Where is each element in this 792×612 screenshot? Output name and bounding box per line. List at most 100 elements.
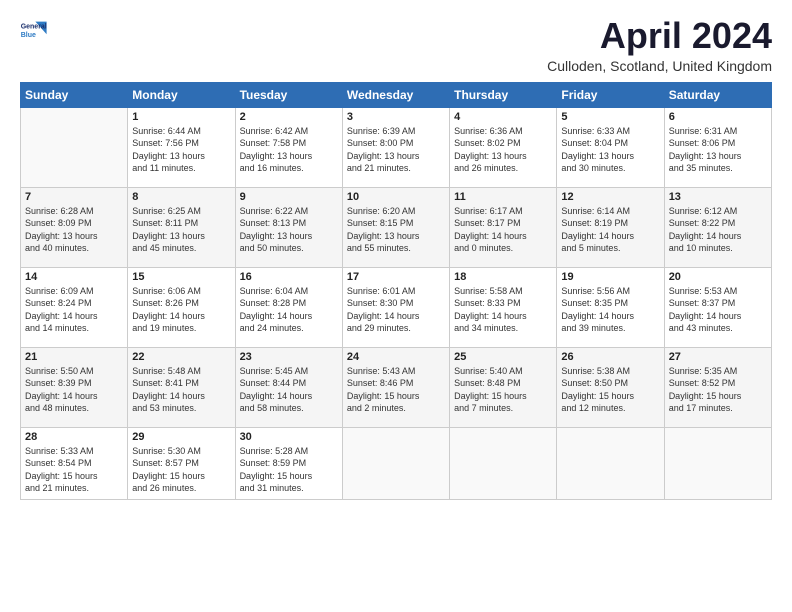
day-info: Sunrise: 5:33 AMSunset: 8:54 PMDaylight:…: [25, 445, 123, 495]
day-info: Sunrise: 6:36 AMSunset: 8:02 PMDaylight:…: [454, 125, 552, 175]
sunrise: Sunrise: 6:31 AM: [669, 125, 767, 138]
day-number: 24: [347, 351, 445, 363]
logo-icon: General Blue: [20, 16, 48, 44]
daylight-minutes: and 26 minutes.: [132, 482, 230, 495]
daylight-label: Daylight: 14 hours: [347, 310, 445, 323]
daylight-label: Daylight: 13 hours: [347, 150, 445, 163]
sunset: Sunset: 8:13 PM: [240, 217, 338, 230]
day-number: 12: [561, 191, 659, 203]
daylight-minutes: and 50 minutes.: [240, 242, 338, 255]
sunset: Sunset: 8:48 PM: [454, 377, 552, 390]
col-tuesday: Tuesday: [235, 82, 342, 107]
calendar-week-3: 14Sunrise: 6:09 AMSunset: 8:24 PMDayligh…: [21, 267, 772, 347]
sunset: Sunset: 8:02 PM: [454, 137, 552, 150]
sunset: Sunset: 8:46 PM: [347, 377, 445, 390]
sunset: Sunset: 7:58 PM: [240, 137, 338, 150]
daylight-label: Daylight: 14 hours: [25, 390, 123, 403]
col-wednesday: Wednesday: [342, 82, 449, 107]
day-info: Sunrise: 5:56 AMSunset: 8:35 PMDaylight:…: [561, 285, 659, 335]
daylight-label: Daylight: 15 hours: [454, 390, 552, 403]
day-number: 5: [561, 111, 659, 123]
calendar-cell: 9 Sunrise: 6:22 AMSunset: 8:13 PMDaylight…: [235, 187, 342, 267]
sunset: Sunset: 8:52 PM: [669, 377, 767, 390]
sunset: Sunset: 8:19 PM: [561, 217, 659, 230]
calendar-table: Sunday Monday Tuesday Wednesday Thursday…: [20, 82, 772, 500]
location: Culloden, Scotland, United Kingdom: [547, 58, 772, 74]
daylight-minutes: and 43 minutes.: [669, 322, 767, 335]
sunset: Sunset: 8:06 PM: [669, 137, 767, 150]
calendar-cell: 27Sunrise: 5:35 AMSunset: 8:52 PMDayligh…: [664, 347, 771, 427]
daylight-minutes: and 21 minutes.: [25, 482, 123, 495]
day-number: 3: [347, 111, 445, 123]
sunset: Sunset: 8:37 PM: [669, 297, 767, 310]
day-info: Sunrise: 6:25 AMSunset: 8:11 PMDaylight:…: [132, 205, 230, 255]
title-block: April 2024 Culloden, Scotland, United Ki…: [547, 16, 772, 74]
calendar-cell: 12 Sunrise: 6:14 AMSunset: 8:19 PMDayligh…: [557, 187, 664, 267]
sunset: Sunset: 8:41 PM: [132, 377, 230, 390]
calendar-cell: 5Sunrise: 6:33 AMSunset: 8:04 PMDaylight…: [557, 107, 664, 187]
day-info: Sunrise: 6:31 AMSunset: 8:06 PMDaylight:…: [669, 125, 767, 175]
daylight-minutes: and 11 minutes.: [132, 162, 230, 175]
day-info: Sunrise: 5:35 AMSunset: 8:52 PMDaylight:…: [669, 365, 767, 415]
day-number: 1: [132, 111, 230, 123]
sunrise: Sunrise: 6:04 AM: [240, 285, 338, 298]
sunset: Sunset: 8:11 PM: [132, 217, 230, 230]
daylight-label: Daylight: 13 hours: [454, 150, 552, 163]
calendar-cell: 22Sunrise: 5:48 AMSunset: 8:41 PMDayligh…: [128, 347, 235, 427]
day-info: Sunrise: 6:28 AMSunset: 8:09 PMDaylight:…: [25, 205, 123, 255]
day-number: 9: [240, 191, 338, 203]
day-info: Sunrise: 6:04 AMSunset: 8:28 PMDaylight:…: [240, 285, 338, 335]
sunset: Sunset: 8:09 PM: [25, 217, 123, 230]
day-number: 25: [454, 351, 552, 363]
sunrise: Sunrise: 6:39 AM: [347, 125, 445, 138]
logo: General Blue: [20, 16, 48, 44]
calendar-cell: 30Sunrise: 5:28 AMSunset: 8:59 PMDayligh…: [235, 427, 342, 499]
daylight-label: Daylight: 14 hours: [454, 230, 552, 243]
svg-text:Blue: Blue: [21, 32, 36, 39]
daylight-minutes: and 24 minutes.: [240, 322, 338, 335]
calendar-cell: 10Sunrise: 6:20 AMSunset: 8:15 PMDayligh…: [342, 187, 449, 267]
daylight-minutes: and 26 minutes.: [454, 162, 552, 175]
day-info: Sunrise: 6:22 AMSunset: 8:13 PMDaylight:…: [240, 205, 338, 255]
svg-text:General: General: [21, 24, 47, 31]
month-title: April 2024: [547, 16, 772, 56]
daylight-label: Daylight: 14 hours: [561, 310, 659, 323]
sunrise: Sunrise: 5:48 AM: [132, 365, 230, 378]
daylight-label: Daylight: 15 hours: [669, 390, 767, 403]
sunset: Sunset: 8:28 PM: [240, 297, 338, 310]
daylight-minutes: and 48 minutes.: [25, 402, 123, 415]
sunset: Sunset: 8:54 PM: [25, 457, 123, 470]
day-number: 4: [454, 111, 552, 123]
sunrise: Sunrise: 5:28 AM: [240, 445, 338, 458]
daylight-label: Daylight: 14 hours: [25, 310, 123, 323]
day-info: Sunrise: 6:14 AMSunset: 8:19 PMDaylight:…: [561, 205, 659, 255]
header: General Blue April 2024 Culloden, Scotla…: [20, 16, 772, 74]
calendar-cell: 3 Sunrise: 6:39 AMSunset: 8:00 PMDaylight…: [342, 107, 449, 187]
calendar-week-5: 28 Sunrise: 5:33 AMSunset: 8:54 PMDayligh…: [21, 427, 772, 499]
day-info: Sunrise: 5:43 AMSunset: 8:46 PMDaylight:…: [347, 365, 445, 415]
day-number: 14: [25, 271, 123, 283]
calendar-cell: 18Sunrise: 5:58 AMSunset: 8:33 PMDayligh…: [450, 267, 557, 347]
day-number: 19: [561, 271, 659, 283]
daylight-minutes: and 5 minutes.: [561, 242, 659, 255]
sunset: Sunset: 8:00 PM: [347, 137, 445, 150]
calendar-cell: 16Sunrise: 6:04 AMSunset: 8:28 PMDayligh…: [235, 267, 342, 347]
day-info: Sunrise: 5:45 AMSunset: 8:44 PMDaylight:…: [240, 365, 338, 415]
sunset: Sunset: 8:17 PM: [454, 217, 552, 230]
daylight-label: Daylight: 13 hours: [669, 150, 767, 163]
sunrise: Sunrise: 5:33 AM: [25, 445, 123, 458]
sunset: Sunset: 8:35 PM: [561, 297, 659, 310]
calendar-week-2: 7Sunrise: 6:28 AMSunset: 8:09 PMDaylight…: [21, 187, 772, 267]
sunset: Sunset: 8:04 PM: [561, 137, 659, 150]
daylight-label: Daylight: 15 hours: [561, 390, 659, 403]
calendar-cell: 20Sunrise: 5:53 AMSunset: 8:37 PMDayligh…: [664, 267, 771, 347]
sunset: Sunset: 8:59 PM: [240, 457, 338, 470]
calendar-week-1: 1Sunrise: 6:44 AMSunset: 7:56 PMDaylight…: [21, 107, 772, 187]
sunrise: Sunrise: 6:17 AM: [454, 205, 552, 218]
sunrise: Sunrise: 6:22 AM: [240, 205, 338, 218]
calendar-cell: 21Sunrise: 5:50 AMSunset: 8:39 PMDayligh…: [21, 347, 128, 427]
daylight-minutes: and 30 minutes.: [561, 162, 659, 175]
day-info: Sunrise: 6:20 AMSunset: 8:15 PMDaylight:…: [347, 205, 445, 255]
day-number: 28: [25, 431, 123, 443]
daylight-minutes: and 58 minutes.: [240, 402, 338, 415]
